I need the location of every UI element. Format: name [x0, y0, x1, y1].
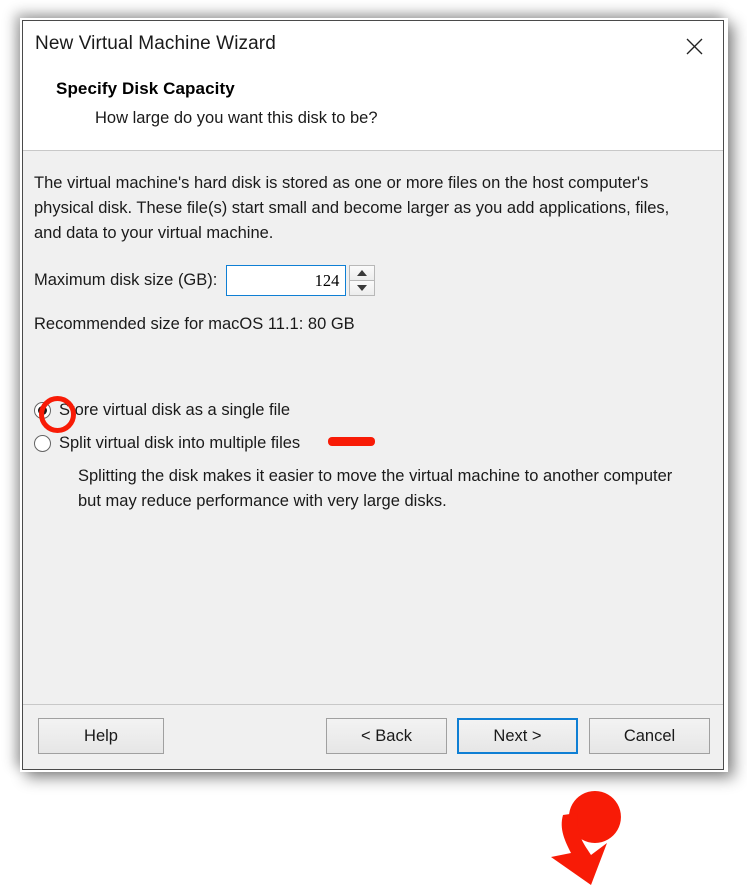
disk-size-spinner: 124	[226, 265, 376, 296]
intro-text: The virtual machine's hard disk is store…	[34, 174, 670, 242]
dialog-body: The virtual machine's hard disk is store…	[23, 151, 723, 885]
new-virtual-machine-wizard-dialog: New Virtual Machine Wizard Specify Disk …	[22, 20, 724, 885]
radio-option-single-file[interactable]: Store virtual disk as a single file	[34, 396, 674, 433]
spinner-decrement-button[interactable]	[349, 280, 376, 296]
recommended-size-text: Recommended size for macOS 11.1: 80 GB	[34, 315, 355, 333]
back-button[interactable]: < Back	[326, 718, 447, 754]
wizard-header: Specify Disk Capacity How large do you w…	[23, 73, 723, 151]
radio-single-file-control[interactable]	[34, 402, 51, 419]
page-title: Specify Disk Capacity	[56, 79, 235, 98]
max-disk-size-row: Maximum disk size (GB): 124	[34, 265, 376, 296]
storage-options-group: Store virtual disk as a single file Spli…	[34, 396, 674, 467]
triangle-up-icon	[357, 269, 368, 276]
annotation-arrow	[551, 791, 621, 885]
radio-single-file-label: Store virtual disk as a single file	[59, 401, 291, 419]
cancel-button[interactable]: Cancel	[589, 718, 710, 754]
close-button[interactable]	[673, 27, 715, 65]
spinner-increment-button[interactable]	[349, 265, 376, 281]
radio-option-multiple-files[interactable]: Split virtual disk into multiple files	[34, 434, 674, 453]
triangle-down-icon	[357, 284, 368, 291]
page-subtitle: How large do you want this disk to be?	[95, 109, 378, 127]
radio-selected-dot	[38, 406, 47, 415]
spinner-buttons	[349, 265, 376, 296]
disk-size-input[interactable]: 124	[226, 265, 347, 296]
split-note-text: Splitting the disk makes it easier to mo…	[78, 467, 673, 510]
radio-multiple-files-control[interactable]	[34, 435, 51, 452]
radio-multiple-files-label: Split virtual disk into multiple files	[59, 434, 301, 452]
dialog-footer: Help < Back Next > Cancel	[23, 704, 723, 769]
help-button[interactable]: Help	[38, 718, 164, 754]
title-bar: New Virtual Machine Wizard	[23, 21, 723, 73]
next-button[interactable]: Next >	[457, 718, 578, 754]
window-title: New Virtual Machine Wizard	[35, 33, 276, 54]
close-icon	[686, 38, 703, 55]
max-disk-size-label: Maximum disk size (GB):	[34, 271, 218, 289]
